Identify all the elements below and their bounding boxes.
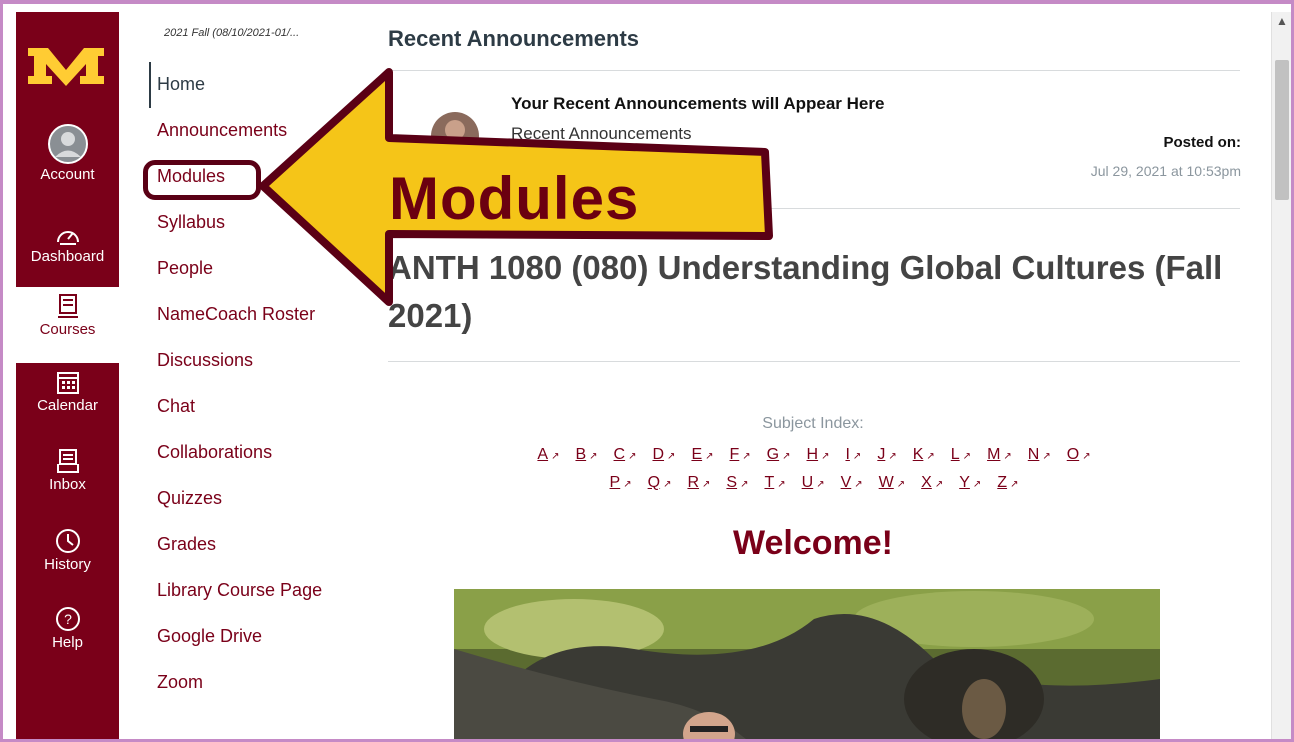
index-link[interactable]: B (575, 446, 597, 464)
index-link[interactable]: V (841, 474, 863, 492)
index-link[interactable]: I (845, 446, 861, 464)
dashboard-icon (56, 231, 79, 245)
nav-dashboard-label: Dashboard (30, 248, 105, 265)
subject-index-row-1: ABCDEFGHIJKLMNO (388, 446, 1240, 464)
account-icon (47, 124, 88, 164)
index-link[interactable]: Z (997, 474, 1018, 492)
nav-inbox-label: Inbox (49, 476, 86, 493)
nav-calendar[interactable]: Calendar (16, 369, 119, 435)
nav-courses[interactable]: Courses (16, 287, 119, 363)
courses-icon (57, 294, 78, 318)
index-link[interactable]: S (726, 474, 748, 492)
university-logo[interactable] (26, 40, 106, 90)
index-link[interactable]: W (879, 474, 906, 492)
nav-calendar-label: Calendar (37, 397, 98, 414)
index-link[interactable]: T (764, 474, 785, 492)
index-link[interactable]: C (614, 446, 637, 464)
course-nav-modules[interactable]: Modules (157, 166, 225, 187)
nav-help-label: Help (52, 634, 83, 651)
index-link[interactable]: R (687, 474, 710, 492)
course-photo (454, 589, 1160, 739)
nav-history-label: History (44, 556, 91, 573)
svg-text:?: ? (64, 611, 72, 627)
index-link[interactable]: A (537, 446, 559, 464)
nav-dashboard[interactable]: Dashboard (16, 224, 119, 288)
course-nav-google-drive[interactable]: Google Drive (157, 626, 262, 647)
index-link[interactable]: Q (648, 474, 672, 492)
index-link[interactable]: M (987, 446, 1012, 464)
nav-account[interactable]: Account (16, 124, 119, 204)
divider (388, 361, 1240, 362)
history-icon (55, 529, 80, 553)
subject-index-label: Subject Index: (762, 415, 864, 432)
index-link[interactable]: G (767, 446, 791, 464)
index-link[interactable]: L (951, 446, 971, 464)
active-indicator (149, 62, 151, 108)
global-nav: Account Dashboard Courses Calendar Inbox… (16, 12, 119, 739)
index-link[interactable]: O (1067, 446, 1091, 464)
course-nav-discussions[interactable]: Discussions (157, 350, 253, 371)
index-link[interactable]: F (730, 446, 751, 464)
posted-date: Jul 29, 2021 at 10:53pm (1090, 163, 1241, 179)
nav-help[interactable]: ? Help (16, 606, 119, 668)
nav-inbox[interactable]: Inbox (16, 448, 119, 510)
index-link[interactable]: E (691, 446, 713, 464)
vertical-scrollbar[interactable]: ▲ (1271, 12, 1291, 739)
course-nav-grades[interactable]: Grades (157, 534, 216, 555)
course-nav-zoom[interactable]: Zoom (157, 672, 203, 693)
course-nav-home[interactable]: Home (157, 74, 205, 95)
nav-courses-label: Courses (39, 321, 96, 338)
index-link[interactable]: X (921, 474, 943, 492)
recent-announcements-heading: Recent Announcements (388, 26, 640, 51)
callout-label: Modules (389, 165, 640, 232)
help-icon: ? (55, 607, 80, 631)
index-link[interactable]: D (652, 446, 675, 464)
subject-index-row-2: PQRSTUVWXYZ (388, 474, 1240, 492)
index-link[interactable]: N (1028, 446, 1051, 464)
nav-history[interactable]: History (16, 528, 119, 590)
index-link[interactable]: U (802, 474, 825, 492)
term-label: 2021 Fall (08/10/2021-01/... (164, 27, 300, 39)
index-link[interactable]: J (877, 446, 896, 464)
course-nav-syllabus[interactable]: Syllabus (157, 212, 225, 233)
posted-on-label: Posted on: (1163, 134, 1242, 151)
course-nav-library[interactable]: Library Course Page (157, 580, 322, 601)
index-link[interactable]: H (807, 446, 830, 464)
course-nav-quizzes[interactable]: Quizzes (157, 488, 222, 509)
scroll-thumb[interactable] (1275, 60, 1289, 200)
course-nav-collaborations[interactable]: Collaborations (157, 442, 272, 463)
index-link[interactable]: K (913, 446, 935, 464)
inbox-icon (56, 449, 79, 473)
index-link[interactable]: Y (959, 474, 981, 492)
index-link[interactable]: P (610, 474, 632, 492)
course-nav-chat[interactable]: Chat (157, 396, 195, 417)
scroll-up-icon[interactable]: ▲ (1276, 14, 1288, 28)
welcome-heading: Welcome! (733, 524, 893, 562)
browser-frame: Account Dashboard Courses Calendar Inbox… (0, 0, 1294, 742)
calendar-icon (56, 372, 79, 394)
nav-account-label: Account (40, 166, 95, 183)
course-nav-people[interactable]: People (157, 258, 213, 279)
